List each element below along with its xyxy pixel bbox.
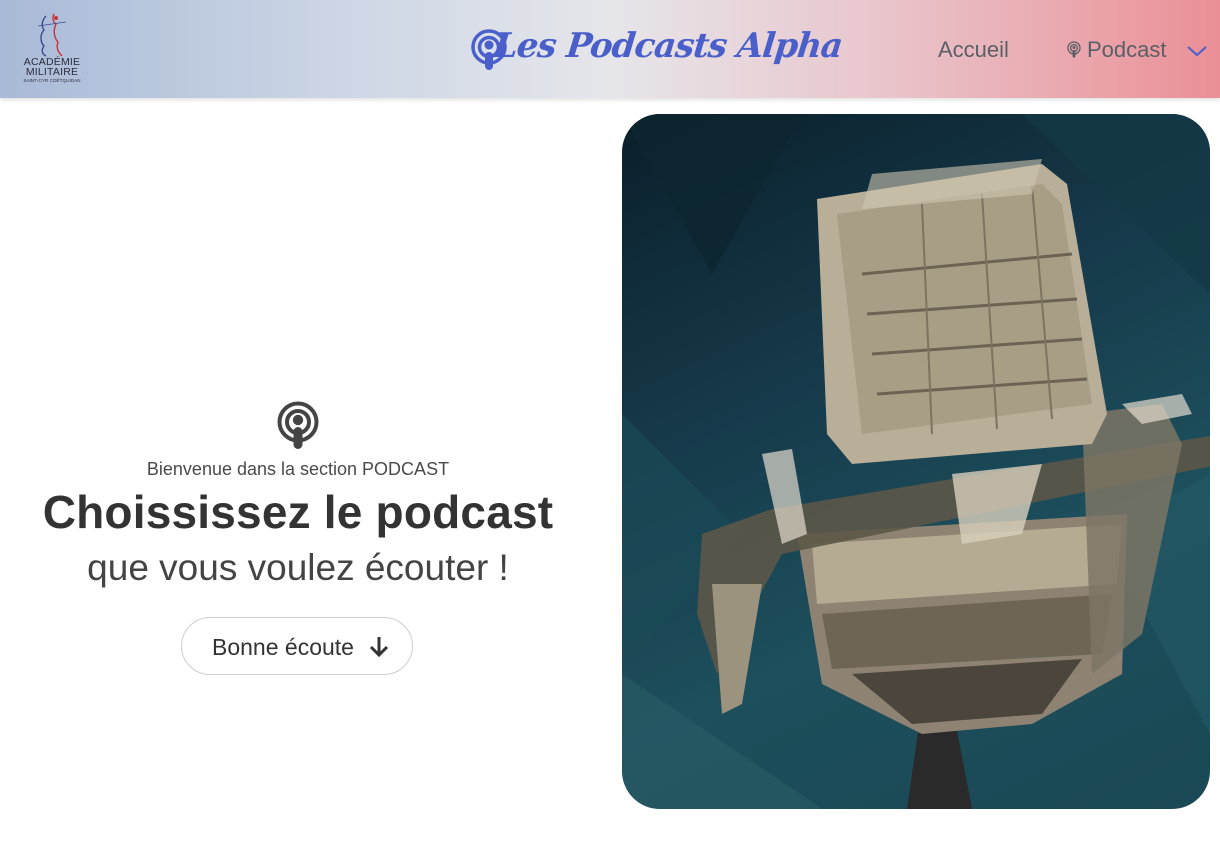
page-subtitle: que vous voulez écouter ! — [87, 547, 509, 588]
site-brand[interactable]: Les Podcasts Alpha — [470, 26, 844, 92]
page-title: Choississez le podcast — [42, 486, 554, 538]
podcast-icon — [1067, 41, 1081, 58]
bonne-ecoute-label: Bonne écoute — [212, 634, 354, 660]
microphone-illustration — [622, 114, 1210, 809]
nav-podcast-label: Podcast — [1087, 37, 1167, 62]
academie-emblem-icon — [37, 13, 67, 57]
logo-text-line2: MILITAIRE — [25, 66, 79, 78]
nav-link-accueil[interactable]: Accueil — [938, 37, 1009, 63]
arrow-down-icon — [369, 637, 389, 658]
logo-text-line3: SAINT-CYR COËTQUIDAN — [23, 78, 81, 83]
podcast-icon — [277, 401, 319, 449]
bonne-ecoute-button[interactable]: Bonne écoute — [181, 617, 413, 675]
welcome-text: Bienvenue dans la section PODCAST — [146, 459, 450, 479]
academie-logo[interactable]: ACADÉMIE MILITAIRE SAINT-CYR COËTQUIDAN — [18, 12, 86, 88]
chevron-down-icon[interactable] — [1186, 44, 1208, 58]
header: ACADÉMIE MILITAIRE SAINT-CYR COËTQUIDAN … — [0, 0, 1220, 98]
microphone-image — [622, 114, 1210, 809]
brand-title: Les Podcasts Alpha — [491, 26, 845, 66]
